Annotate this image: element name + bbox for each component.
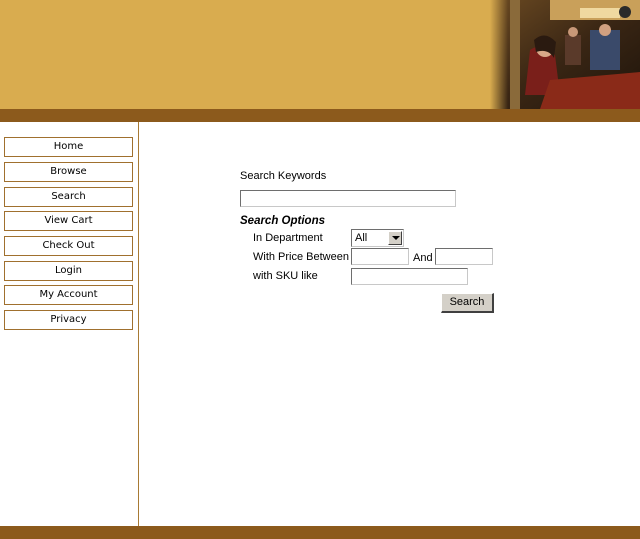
nav-view-cart[interactable]: View Cart [4, 211, 133, 231]
nav-login[interactable]: Login [4, 261, 133, 281]
keywords-label: Search Keywords [240, 170, 327, 182]
search-button[interactable]: Search [441, 293, 494, 313]
header-photo [490, 0, 640, 109]
nav-check-out[interactable]: Check Out [4, 236, 133, 256]
price-max-input[interactable] [435, 248, 493, 265]
department-label: In Department [253, 232, 323, 244]
sidebar: Home Browse Search View Cart Check Out L… [0, 122, 139, 526]
price-min-input[interactable] [351, 248, 409, 265]
sku-input[interactable] [351, 268, 468, 285]
department-select-value: All [355, 232, 368, 244]
nav-search[interactable]: Search [4, 187, 133, 207]
header-bar [0, 109, 640, 122]
department-select[interactable]: All [351, 229, 404, 247]
price-and-label: And [413, 252, 433, 264]
chevron-down-icon[interactable] [388, 231, 402, 245]
nav-privacy[interactable]: Privacy [4, 310, 133, 330]
footer-bar [0, 526, 640, 539]
price-label: With Price Between [253, 251, 349, 263]
keywords-input[interactable] [240, 190, 456, 207]
search-options-heading: Search Options [240, 215, 325, 227]
nav-home[interactable]: Home [4, 137, 133, 157]
nav-browse[interactable]: Browse [4, 162, 133, 182]
sku-label: with SKU like [253, 270, 318, 282]
nav-my-account[interactable]: My Account [4, 285, 133, 305]
